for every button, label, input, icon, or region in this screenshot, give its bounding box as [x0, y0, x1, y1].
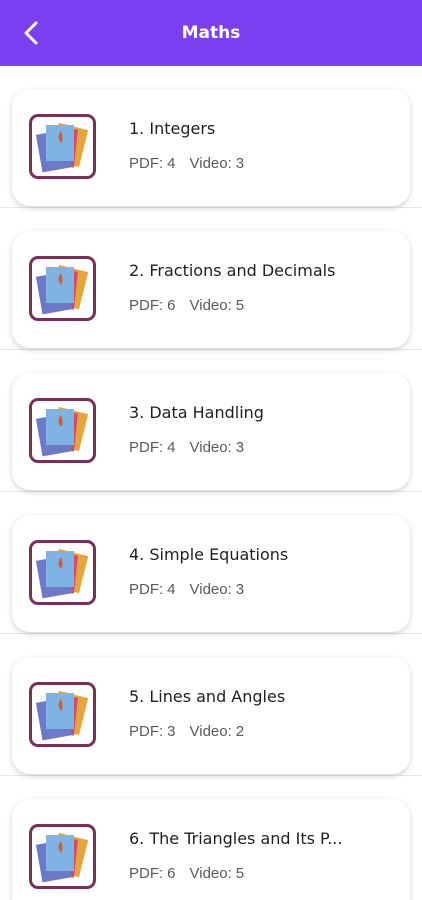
video-label: Video: — [189, 865, 232, 882]
book-stack-icon — [29, 114, 96, 179]
topic-card[interactable]: 4. Simple Equations PDF: 4 Video: 3 — [12, 515, 410, 632]
pdf-label: PDF: — [129, 865, 164, 882]
pdf-label: PDF: — [129, 155, 164, 172]
topic-list[interactable]: 1. Integers PDF: 4 Video: 3 2. Fractions… — [0, 66, 422, 900]
topic-card[interactable]: 6. The Triangles and Its P... PDF: 6 Vid… — [12, 799, 410, 900]
video-count: 2 — [235, 723, 245, 740]
topic-meta: PDF: 6 Video: 5 — [129, 297, 244, 314]
video-count: 5 — [235, 297, 245, 314]
pdf-count: 4 — [167, 581, 176, 598]
book-stack-icon — [29, 256, 96, 321]
topic-title: 2. Fractions and Decimals — [129, 261, 336, 280]
list-item: 1. Integers PDF: 4 Video: 3 — [0, 66, 422, 208]
book-stack-icon — [29, 682, 96, 747]
topic-card[interactable]: 1. Integers PDF: 4 Video: 3 — [12, 89, 410, 206]
video-label: Video: — [189, 297, 232, 314]
topic-meta: PDF: 4 Video: 3 — [129, 155, 244, 172]
topic-title: 1. Integers — [129, 119, 216, 138]
pdf-count: 4 — [167, 155, 176, 172]
topic-meta: PDF: 4 Video: 3 — [129, 581, 244, 598]
topic-card[interactable]: 2. Fractions and Decimals PDF: 6 Video: … — [12, 231, 410, 348]
pdf-count: 6 — [167, 865, 176, 882]
pdf-label: PDF: — [129, 581, 164, 598]
pdf-count: 4 — [167, 439, 176, 456]
topic-meta: PDF: 3 Video: 2 — [129, 723, 244, 740]
video-label: Video: — [189, 581, 232, 598]
topic-title: 4. Simple Equations — [129, 545, 289, 564]
topic-card[interactable]: 5. Lines and Angles PDF: 3 Video: 2 — [12, 657, 410, 774]
video-count: 5 — [235, 865, 245, 882]
video-label: Video: — [189, 723, 232, 740]
back-button[interactable] — [14, 16, 48, 50]
book-stack-icon — [29, 540, 96, 605]
pdf-label: PDF: — [129, 723, 164, 740]
topic-title: 3. Data Handling — [129, 403, 264, 422]
list-item: 4. Simple Equations PDF: 4 Video: 3 — [0, 492, 422, 634]
pdf-label: PDF: — [129, 297, 164, 314]
list-item: 2. Fractions and Decimals PDF: 6 Video: … — [0, 208, 422, 350]
topic-card[interactable]: 3. Data Handling PDF: 4 Video: 3 — [12, 373, 410, 490]
topic-title: 6. The Triangles and Its P... — [129, 829, 343, 848]
topic-meta: PDF: 6 Video: 5 — [129, 865, 244, 882]
book-stack-icon — [29, 398, 96, 463]
topic-title: 5. Lines and Angles — [129, 687, 286, 706]
chevron-left-icon — [24, 21, 38, 45]
list-item: 5. Lines and Angles PDF: 3 Video: 2 — [0, 634, 422, 776]
video-label: Video: — [189, 439, 232, 456]
list-item: 6. The Triangles and Its P... PDF: 6 Vid… — [0, 776, 422, 900]
book-stack-icon — [29, 824, 96, 889]
video-count: 3 — [235, 155, 245, 172]
topic-meta: PDF: 4 Video: 3 — [129, 439, 244, 456]
video-count: 3 — [235, 581, 245, 598]
video-label: Video: — [189, 155, 232, 172]
pdf-label: PDF: — [129, 439, 164, 456]
video-count: 3 — [235, 439, 245, 456]
page-title: Maths — [181, 23, 241, 43]
list-item: 3. Data Handling PDF: 4 Video: 3 — [0, 350, 422, 492]
app-bar: Maths — [0, 0, 422, 66]
pdf-count: 6 — [167, 297, 176, 314]
pdf-count: 3 — [167, 723, 176, 740]
